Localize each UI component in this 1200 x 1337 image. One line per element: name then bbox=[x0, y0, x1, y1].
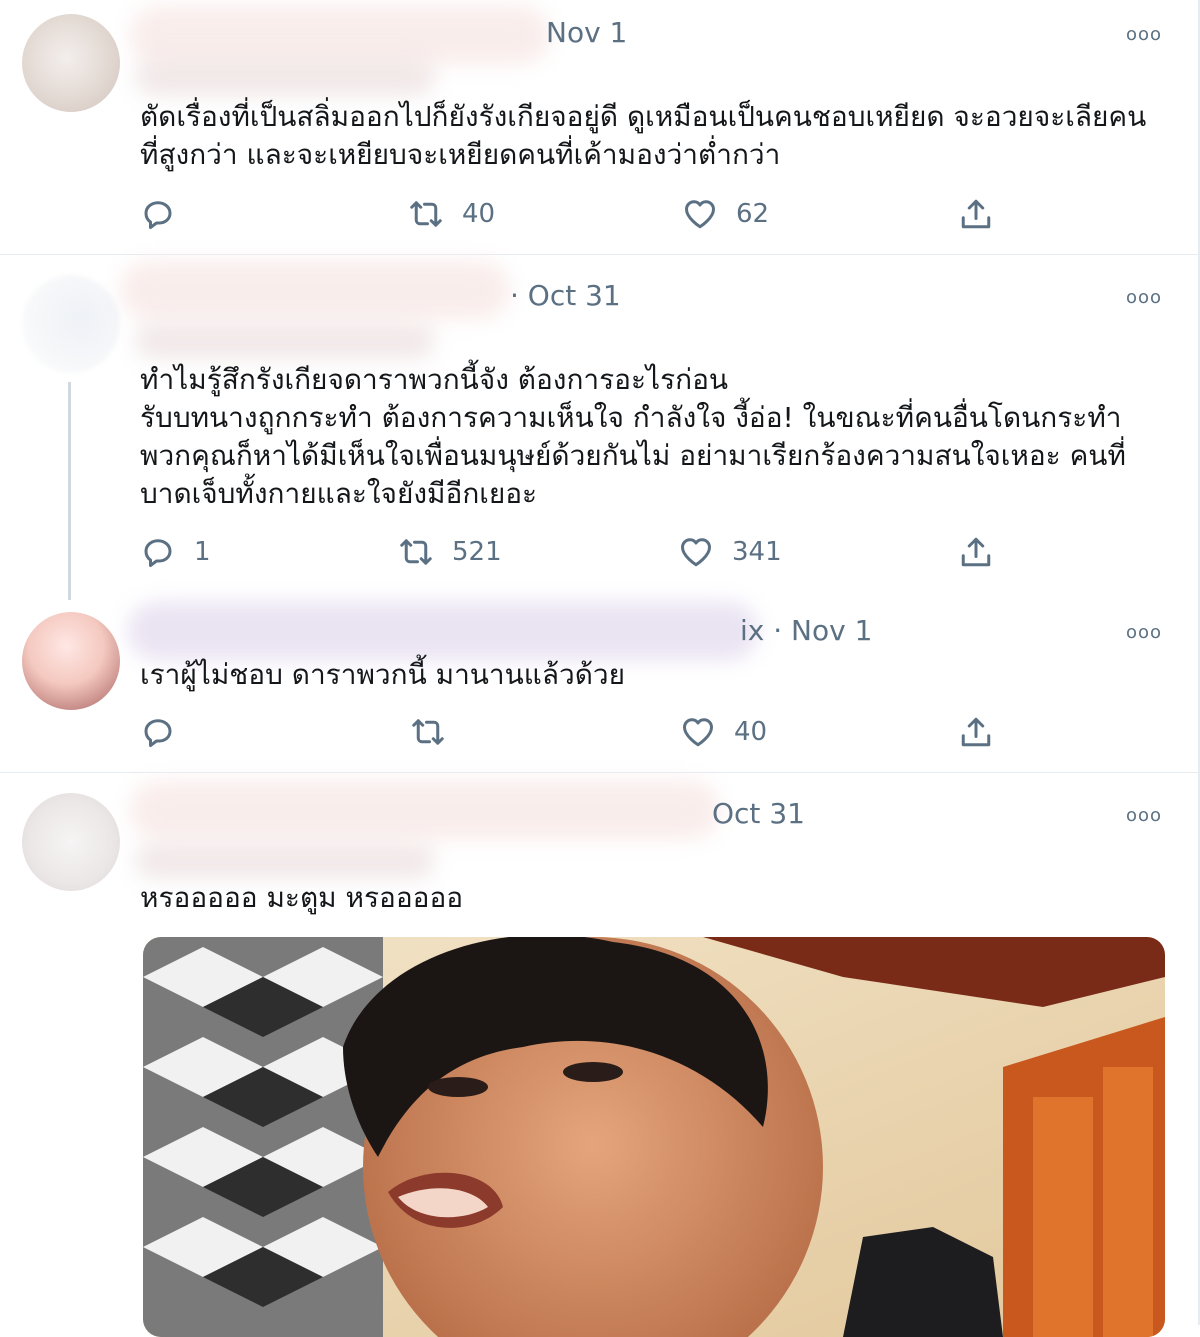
author-name-redacted bbox=[130, 781, 720, 839]
heart-icon bbox=[683, 718, 713, 747]
share-button[interactable] bbox=[958, 530, 994, 574]
checkered-wall bbox=[143, 937, 383, 1337]
retweet-icon bbox=[412, 719, 444, 745]
retweet-count: 40 bbox=[462, 199, 496, 229]
reply-button[interactable]: 1 bbox=[140, 530, 211, 574]
reply-button[interactable] bbox=[140, 192, 194, 236]
avatar[interactable] bbox=[22, 612, 120, 710]
retweet-count: 521 bbox=[452, 537, 502, 567]
tweet-media-photo[interactable] bbox=[143, 937, 1165, 1337]
like-button[interactable]: 40 bbox=[680, 710, 767, 754]
like-button[interactable]: 341 bbox=[678, 530, 782, 574]
avatar[interactable] bbox=[22, 275, 120, 373]
heart-icon bbox=[681, 538, 711, 567]
tweet-text: หรอออออ มะตูม หรอออออ bbox=[140, 881, 464, 914]
avatar[interactable] bbox=[22, 14, 120, 112]
more-icon[interactable]: ooo bbox=[1126, 287, 1162, 308]
heart-icon bbox=[685, 200, 715, 229]
tweet-text: ตัดเรื่องที่เป็นสลิ่มออกไปก็ยังรังเกียจอ… bbox=[140, 100, 1147, 171]
tweet-date[interactable]: ix · Nov 1 bbox=[740, 614, 872, 647]
avatar[interactable] bbox=[22, 793, 120, 891]
reply-button[interactable] bbox=[140, 710, 194, 754]
more-icon[interactable]: ooo bbox=[1126, 622, 1162, 643]
share-icon bbox=[961, 717, 991, 747]
like-count: 40 bbox=[734, 717, 768, 747]
more-icon[interactable]: ooo bbox=[1126, 24, 1162, 45]
retweet-button[interactable]: 40 bbox=[408, 192, 495, 236]
retweet-icon bbox=[400, 539, 432, 565]
media-image bbox=[143, 937, 1165, 1337]
author-name-redacted bbox=[120, 261, 510, 319]
replying-to-redacted bbox=[135, 58, 435, 96]
reply-icon bbox=[144, 201, 172, 229]
tweet-date[interactable]: Oct 31 bbox=[712, 797, 805, 830]
tweet-1[interactable]: Nov 1 ooo ตัดเรื่องที่เป็นสลิ่มออกไปก็ยั… bbox=[0, 0, 1198, 254]
replying-to-redacted bbox=[135, 323, 435, 359]
share-icon bbox=[961, 199, 991, 229]
retweet-button[interactable] bbox=[410, 710, 464, 754]
tweet-3[interactable]: ix · Nov 1 ooo เราผู้ไม่ชอบ ดาราพวกนี้ ม… bbox=[0, 600, 1198, 772]
tweet-actions: 40 bbox=[140, 710, 1000, 754]
share-icon bbox=[961, 537, 991, 567]
reply-count: 1 bbox=[194, 537, 211, 567]
retweet-icon bbox=[410, 201, 442, 227]
tweet-actions: 1 521 341 bbox=[140, 530, 1000, 574]
like-button[interactable]: 62 bbox=[682, 192, 769, 236]
tweet-date[interactable]: · Oct 31 bbox=[510, 279, 621, 312]
author-name-redacted bbox=[130, 6, 550, 64]
retweet-button[interactable]: 521 bbox=[398, 530, 502, 574]
share-button[interactable] bbox=[958, 710, 994, 754]
reply-icon bbox=[144, 719, 172, 747]
share-button[interactable] bbox=[958, 192, 994, 236]
reply-icon bbox=[144, 539, 172, 567]
replying-to-redacted bbox=[135, 843, 435, 879]
like-count: 341 bbox=[732, 537, 782, 567]
more-icon[interactable]: ooo bbox=[1126, 805, 1162, 826]
tweet-actions: 40 62 bbox=[140, 192, 1000, 236]
tweet-2[interactable]: · Oct 31 ooo ทำไมรู้สึกรังเกียจดาราพวกนี… bbox=[0, 255, 1198, 600]
tweet-text: เราผู้ไม่ชอบ ดาราพวกนี้ มานานแล้วด้วย bbox=[140, 658, 626, 691]
tweet-date[interactable]: Nov 1 bbox=[546, 16, 627, 49]
tweet-text: ทำไมรู้สึกรังเกียจดาราพวกนี้จัง ต้องการอ… bbox=[140, 363, 1126, 510]
author-name-redacted bbox=[128, 602, 758, 660]
like-count: 62 bbox=[736, 199, 770, 229]
